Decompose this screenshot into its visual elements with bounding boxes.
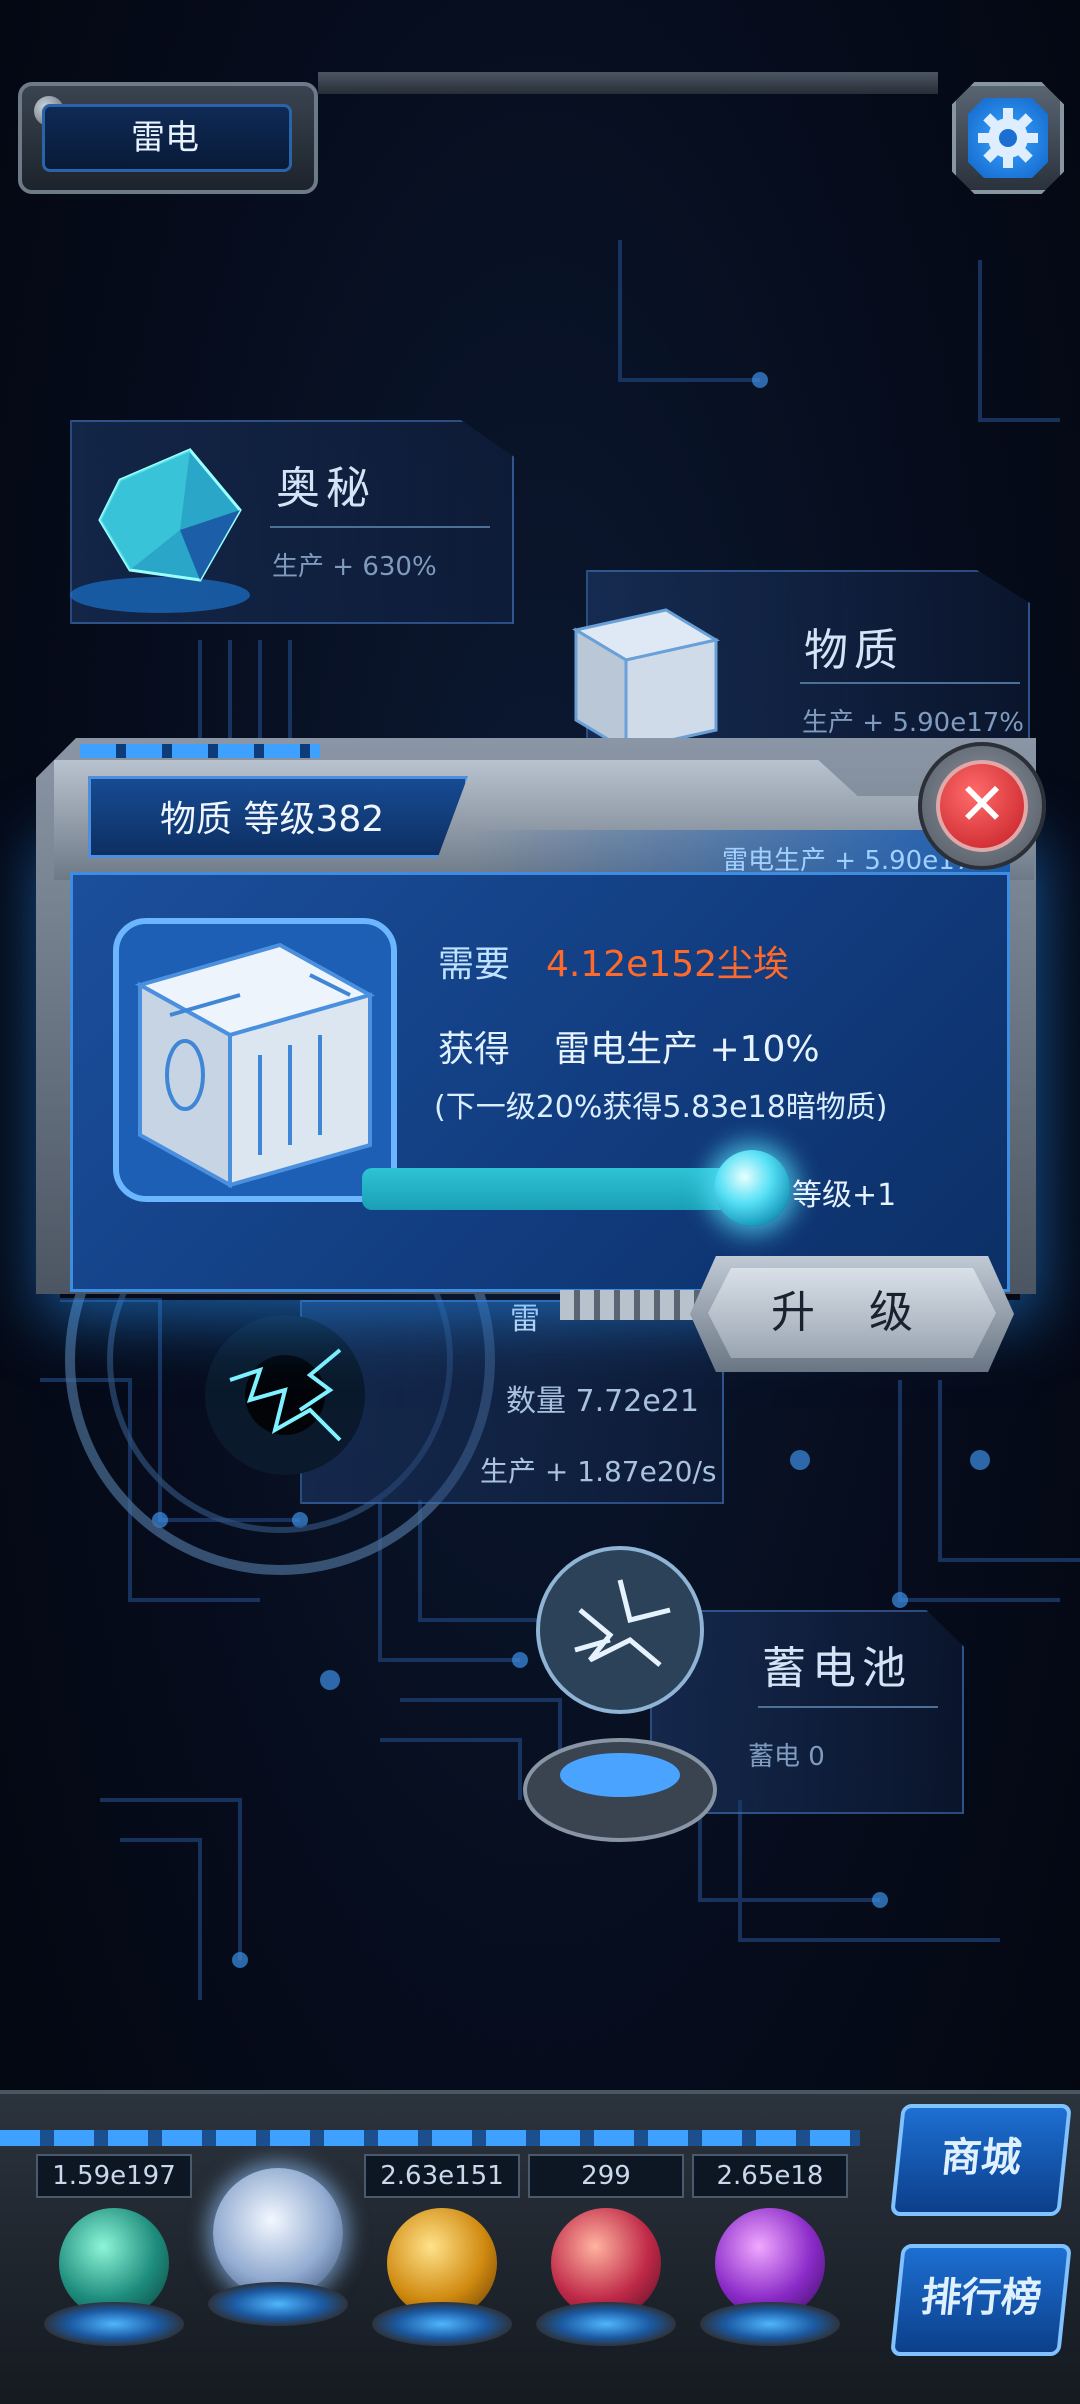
resource-value: 1.59e197	[36, 2154, 192, 2198]
top-frame-bar	[318, 72, 938, 94]
resource-slot[interactable]: 2.65e18	[692, 2154, 848, 2346]
lightning-orb-icon	[213, 2168, 343, 2298]
matter-stat: 生产 + 5.90e17%	[802, 708, 1024, 738]
resource-slot[interactable]: 2.63e151	[364, 2154, 520, 2346]
close-button[interactable]: ✕	[918, 742, 1046, 870]
divider	[270, 526, 490, 528]
pedestal	[700, 2302, 840, 2346]
divider	[800, 682, 1020, 684]
thunder-name: 雷	[510, 1302, 546, 1337]
resource-value: 2.63e151	[364, 2154, 520, 2198]
building-mystery[interactable]: 奥秘 生产 + 630%	[40, 400, 514, 640]
thunder-vortex-icon	[190, 1300, 380, 1490]
settings-button[interactable]	[952, 82, 1064, 194]
matter-cube-icon	[556, 590, 726, 753]
mystery-name: 奥秘	[276, 463, 376, 514]
pedestal	[44, 2302, 184, 2346]
requirement-label: 需要	[438, 944, 511, 985]
level-slider-knob[interactable]	[714, 1150, 790, 1226]
next-level-note: (下一级20%获得5.83e18暗物质)	[434, 1090, 888, 1125]
battery-name: 蓄电池	[762, 1643, 912, 1694]
building-battery[interactable]: 蓄电池 蓄电 0	[520, 1540, 980, 1860]
matter-cube-large-icon	[110, 915, 400, 1205]
shop-button[interactable]: 商城	[890, 2104, 1072, 2216]
resource-value: 2.65e18	[692, 2154, 848, 2198]
level-slider-track[interactable]	[362, 1168, 750, 1210]
pedestal	[208, 2282, 348, 2326]
gain-value: 雷电生产 +10%	[554, 1029, 820, 1070]
pedestal	[372, 2302, 512, 2346]
resource-value: 299	[528, 2154, 684, 2198]
dialog-title: 物质 等级382	[160, 799, 385, 840]
resource-slots: 1.59e197 2.63e151 299 2.65e18	[36, 2154, 856, 2374]
level-slider-label: 等级+1	[792, 1178, 897, 1213]
matter-name: 物质	[804, 625, 904, 676]
thunder-production: 生产 + 1.87e20/s	[480, 1455, 717, 1488]
resource-slot[interactable]: 1.59e197	[36, 2154, 192, 2346]
thunder-count: 数量 7.72e21	[506, 1384, 699, 1419]
mystery-stat: 生产 + 630%	[272, 552, 437, 582]
pedestal	[536, 2302, 676, 2346]
dialog-top-stripe	[80, 744, 320, 758]
gear-icon	[968, 98, 1048, 178]
title-plate: 雷电	[18, 82, 318, 194]
building-matter[interactable]: 物质 生产 + 5.90e17%	[556, 570, 1036, 754]
leaderboard-button[interactable]: 排行榜	[890, 2244, 1072, 2356]
page-title: 雷电	[42, 104, 292, 172]
close-icon: ✕	[936, 760, 1028, 852]
gain-label: 获得	[438, 1029, 511, 1070]
tesla-orb-icon	[520, 1540, 720, 1860]
requirement-value: 4.12e152尘埃	[546, 944, 790, 985]
resource-slot[interactable]: 299	[528, 2154, 684, 2346]
bottom-stripe	[0, 2130, 860, 2146]
crystal-icon	[60, 420, 260, 620]
resource-slot-selected[interactable]	[200, 2154, 356, 2326]
divider	[758, 1706, 938, 1708]
battery-stat: 蓄电 0	[748, 1742, 825, 1772]
upgrade-connector	[560, 1290, 700, 1320]
upgrade-button[interactable]: 升 级	[690, 1256, 1014, 1372]
upgrade-button-label: 升 级	[708, 1268, 996, 1358]
